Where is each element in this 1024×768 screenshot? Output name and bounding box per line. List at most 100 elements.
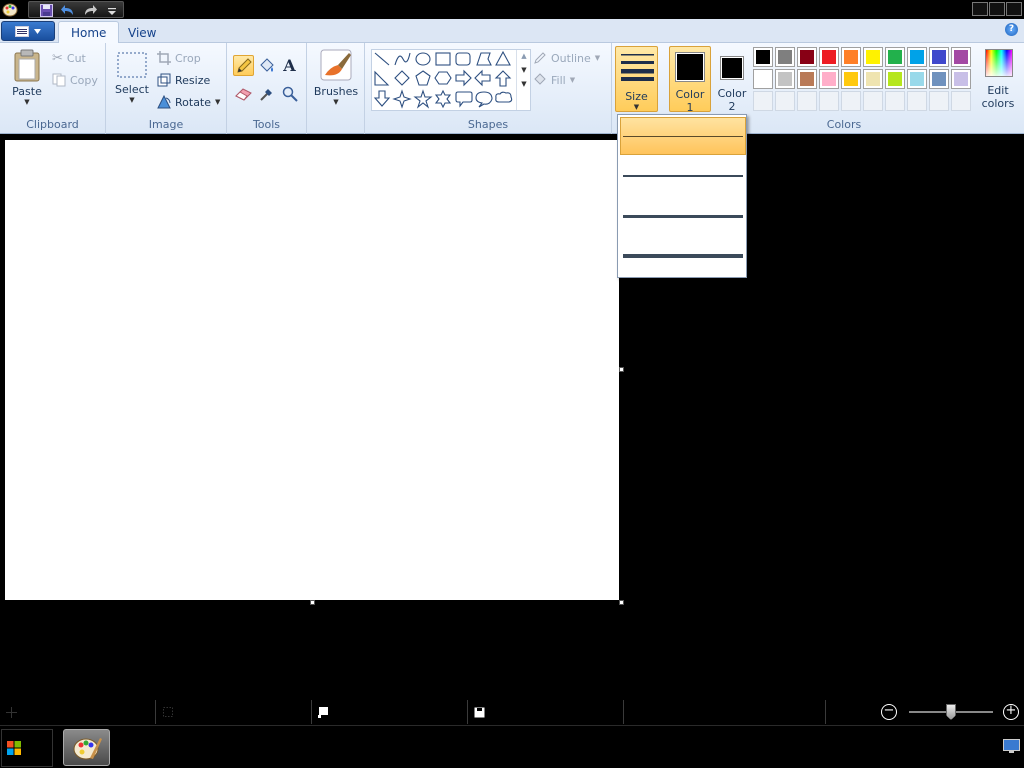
custom-color-slot[interactable] (907, 91, 927, 111)
color2-button[interactable]: Color 2 (715, 46, 749, 113)
palette-swatch[interactable] (753, 69, 773, 89)
four-point-star-shape-icon (392, 89, 412, 109)
eraser-tool[interactable] (233, 83, 254, 104)
palette-swatch[interactable] (775, 69, 795, 89)
custom-color-slot[interactable] (863, 91, 883, 111)
color2-fill (722, 58, 742, 78)
pencil-tool[interactable] (233, 55, 254, 76)
crop-button[interactable]: Crop (157, 49, 201, 67)
curve-shape-icon (394, 52, 411, 66)
palette-swatch[interactable] (929, 69, 949, 89)
text-tool[interactable]: A (279, 55, 300, 76)
undo-icon[interactable] (59, 2, 77, 19)
pentagon-shape-icon (415, 70, 431, 86)
resize-button[interactable]: Resize (157, 71, 210, 89)
size-option-3[interactable] (620, 197, 746, 235)
scroll-up-icon[interactable]: ▲ (517, 52, 531, 60)
canvas-resize-handle-right[interactable] (619, 367, 624, 372)
paste-button[interactable]: Paste ▼ (8, 49, 46, 106)
start-button[interactable] (1, 729, 53, 767)
cut-button[interactable]: ✂ Cut (52, 49, 86, 67)
size-option-2[interactable] (620, 157, 746, 195)
quick-access-toolbar (28, 1, 124, 18)
eyedropper-icon (259, 88, 272, 101)
palette-swatch[interactable] (819, 47, 839, 67)
palette-swatch[interactable] (797, 69, 817, 89)
palette-swatch[interactable] (841, 69, 861, 89)
size-option-1[interactable] (620, 117, 746, 155)
fill-button[interactable]: Fill ▼ (533, 71, 575, 89)
edit-colors-label: Edit (987, 84, 1009, 97)
size-option-4[interactable] (620, 237, 746, 275)
color1-button[interactable]: Color 1 (669, 46, 711, 114)
color-picker-tool[interactable] (256, 83, 277, 104)
gallery-expand-icon[interactable]: ▼ (517, 80, 531, 88)
palette-swatch[interactable] (907, 69, 927, 89)
palette-swatch[interactable] (951, 47, 971, 67)
fill-tool[interactable] (256, 55, 277, 76)
palette-swatch-fill (844, 50, 858, 64)
crop-label: Crop (175, 51, 201, 65)
show-desktop-icon[interactable] (1003, 739, 1020, 754)
copy-button[interactable]: Copy (52, 71, 98, 89)
brushes-button[interactable]: Brushes ▼ (312, 49, 360, 106)
palette-swatch[interactable] (863, 69, 883, 89)
color2-label: Color (717, 87, 747, 100)
close-button[interactable] (1006, 2, 1022, 16)
palette-swatch[interactable] (819, 69, 839, 89)
palette-swatch[interactable] (775, 47, 795, 67)
palette-swatch-fill (800, 50, 814, 64)
custom-color-slot[interactable] (885, 91, 905, 111)
tab-home[interactable]: Home (58, 21, 120, 44)
size-button[interactable]: Size ▼ (615, 46, 658, 112)
custom-color-slot[interactable] (841, 91, 861, 111)
shapes-gallery-scroll[interactable]: ▲ ▼ ▼ (516, 50, 531, 110)
palette-swatch-fill (866, 50, 880, 64)
maximize-button[interactable] (989, 2, 1005, 16)
help-icon[interactable]: ? (1005, 23, 1018, 36)
zoom-slider-thumb[interactable] (946, 704, 956, 720)
diamond-shape-icon (394, 70, 410, 86)
palette-swatch[interactable] (929, 47, 949, 67)
palette-swatch[interactable] (885, 47, 905, 67)
palette-swatch[interactable] (885, 69, 905, 89)
select-button[interactable]: Select ▼ (112, 51, 152, 104)
custom-color-slot[interactable] (819, 91, 839, 111)
rotate-button[interactable]: Rotate ▼ (157, 93, 220, 111)
rounded-rectangle-shape-icon (455, 52, 471, 66)
custom-color-slot[interactable] (929, 91, 949, 111)
taskbar-paint-button[interactable] (63, 729, 110, 766)
outline-button[interactable]: Outline ▼ (533, 49, 600, 67)
fill-bucket-icon (534, 73, 546, 85)
canvas-resize-handle-bottom[interactable] (310, 600, 315, 605)
custom-color-slot[interactable] (797, 91, 817, 111)
palette-swatch[interactable] (907, 47, 927, 67)
palette-swatch[interactable] (753, 47, 773, 67)
paint-app-icon[interactable] (1, 1, 19, 18)
custom-color-slot[interactable] (775, 91, 795, 111)
brush-icon (320, 49, 352, 81)
minimize-button[interactable] (972, 2, 988, 16)
tab-view[interactable]: View (116, 21, 168, 44)
save-icon[interactable] (37, 2, 55, 19)
palette-swatch[interactable] (863, 47, 883, 67)
canvas-resize-handle-corner[interactable] (619, 600, 624, 605)
zoom-out-icon[interactable]: − (881, 704, 897, 720)
chevron-down-icon: ▼ (594, 54, 601, 62)
custom-color-slot[interactable] (951, 91, 971, 111)
palette-swatch-fill (888, 50, 902, 64)
magnifier-tool[interactable] (279, 83, 300, 104)
fill-label: Fill (551, 73, 566, 87)
custom-color-slot[interactable] (753, 91, 773, 111)
palette-swatch[interactable] (951, 69, 971, 89)
scroll-down-icon[interactable]: ▼ (517, 66, 531, 74)
drawing-canvas[interactable] (5, 140, 619, 600)
palette-swatch[interactable] (841, 47, 861, 67)
edit-colors-button[interactable]: Edit colors (976, 47, 1020, 113)
zoom-in-icon[interactable]: + (1003, 704, 1019, 720)
redo-icon[interactable] (81, 2, 99, 19)
paint-menu-button[interactable] (1, 21, 55, 41)
shapes-group: ▲ ▼ ▼ Outline ▼ Fill ▼ Shapes (365, 43, 612, 134)
customize-qat-icon[interactable] (103, 2, 121, 19)
palette-swatch[interactable] (797, 47, 817, 67)
